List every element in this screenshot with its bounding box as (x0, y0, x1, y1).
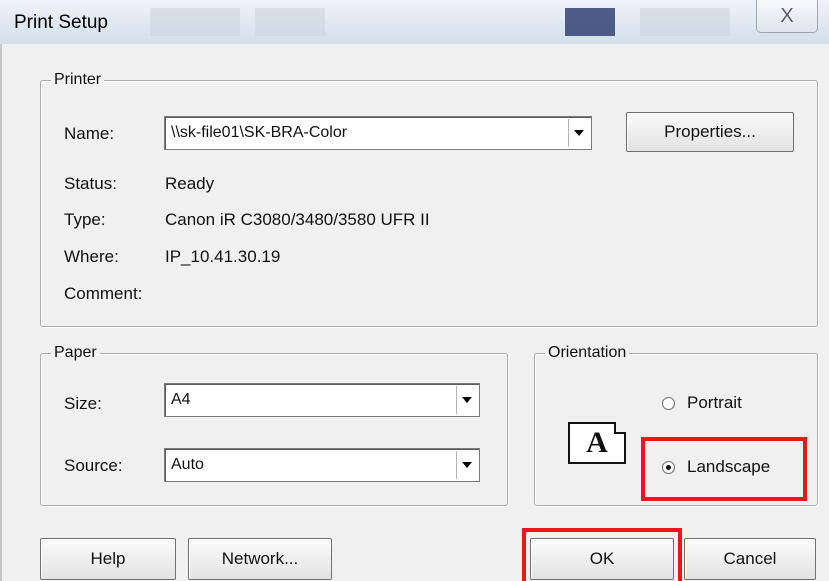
help-button[interactable]: Help (40, 538, 176, 580)
printer-name-label: Name: (64, 124, 115, 143)
paper-source-value: Auto (171, 456, 204, 473)
source-label: Source: (64, 456, 123, 475)
background-window-ghost (565, 8, 615, 36)
network-button[interactable]: Network... (188, 538, 332, 580)
dropdown-arrow-icon[interactable] (568, 119, 589, 147)
cancel-button[interactable]: Cancel (684, 538, 816, 580)
portrait-radio[interactable]: Portrait (662, 393, 742, 413)
landscape-label: Landscape (687, 457, 771, 476)
type-value: Canon iR C3080/3480/3580 UFR II (165, 210, 430, 229)
status-label: Status: (64, 174, 117, 193)
dropdown-arrow-icon[interactable] (456, 451, 477, 479)
printer-name-select[interactable]: \\sk-file01\SK-BRA-Color (164, 116, 592, 150)
window-title: Print Setup (14, 12, 108, 33)
ok-button[interactable]: OK (530, 538, 674, 580)
background-window-ghost (255, 8, 325, 36)
paper-source-select[interactable]: Auto (164, 448, 480, 482)
dropdown-arrow-icon[interactable] (456, 386, 477, 414)
close-icon: X (780, 4, 794, 27)
printer-group: Printer (40, 71, 818, 327)
status-value: Ready (165, 174, 215, 193)
comment-label: Comment: (64, 284, 143, 303)
portrait-label: Portrait (687, 393, 742, 412)
properties-button[interactable]: Properties... (626, 112, 794, 152)
orientation-icon-letter: A (586, 426, 608, 459)
paper-size-value: A4 (171, 391, 191, 408)
background-window-ghost (150, 8, 240, 36)
close-button[interactable]: X (756, 0, 818, 33)
orientation-group-legend: Orientation (548, 344, 627, 361)
radio-icon[interactable] (662, 396, 675, 410)
dialog-body: Printer Name: \\sk-file01\SK-BRA-Color P… (0, 44, 829, 581)
where-value: IP_10.41.30.19 (165, 247, 281, 266)
printer-name-value: \\sk-file01\SK-BRA-Color (171, 124, 348, 141)
radio-icon[interactable] (662, 460, 675, 474)
where-label: Where: (64, 247, 119, 266)
paper-group-legend: Paper (54, 344, 97, 361)
landscape-radio[interactable]: Landscape (662, 457, 770, 477)
printer-group-legend: Printer (54, 71, 102, 88)
landscape-orientation-icon: A (568, 422, 626, 464)
size-label: Size: (64, 394, 102, 413)
background-window-ghost (640, 8, 730, 36)
paper-size-select[interactable]: A4 (164, 383, 480, 417)
title-bar: Print Setup X (0, 0, 829, 44)
type-label: Type: (64, 210, 106, 229)
